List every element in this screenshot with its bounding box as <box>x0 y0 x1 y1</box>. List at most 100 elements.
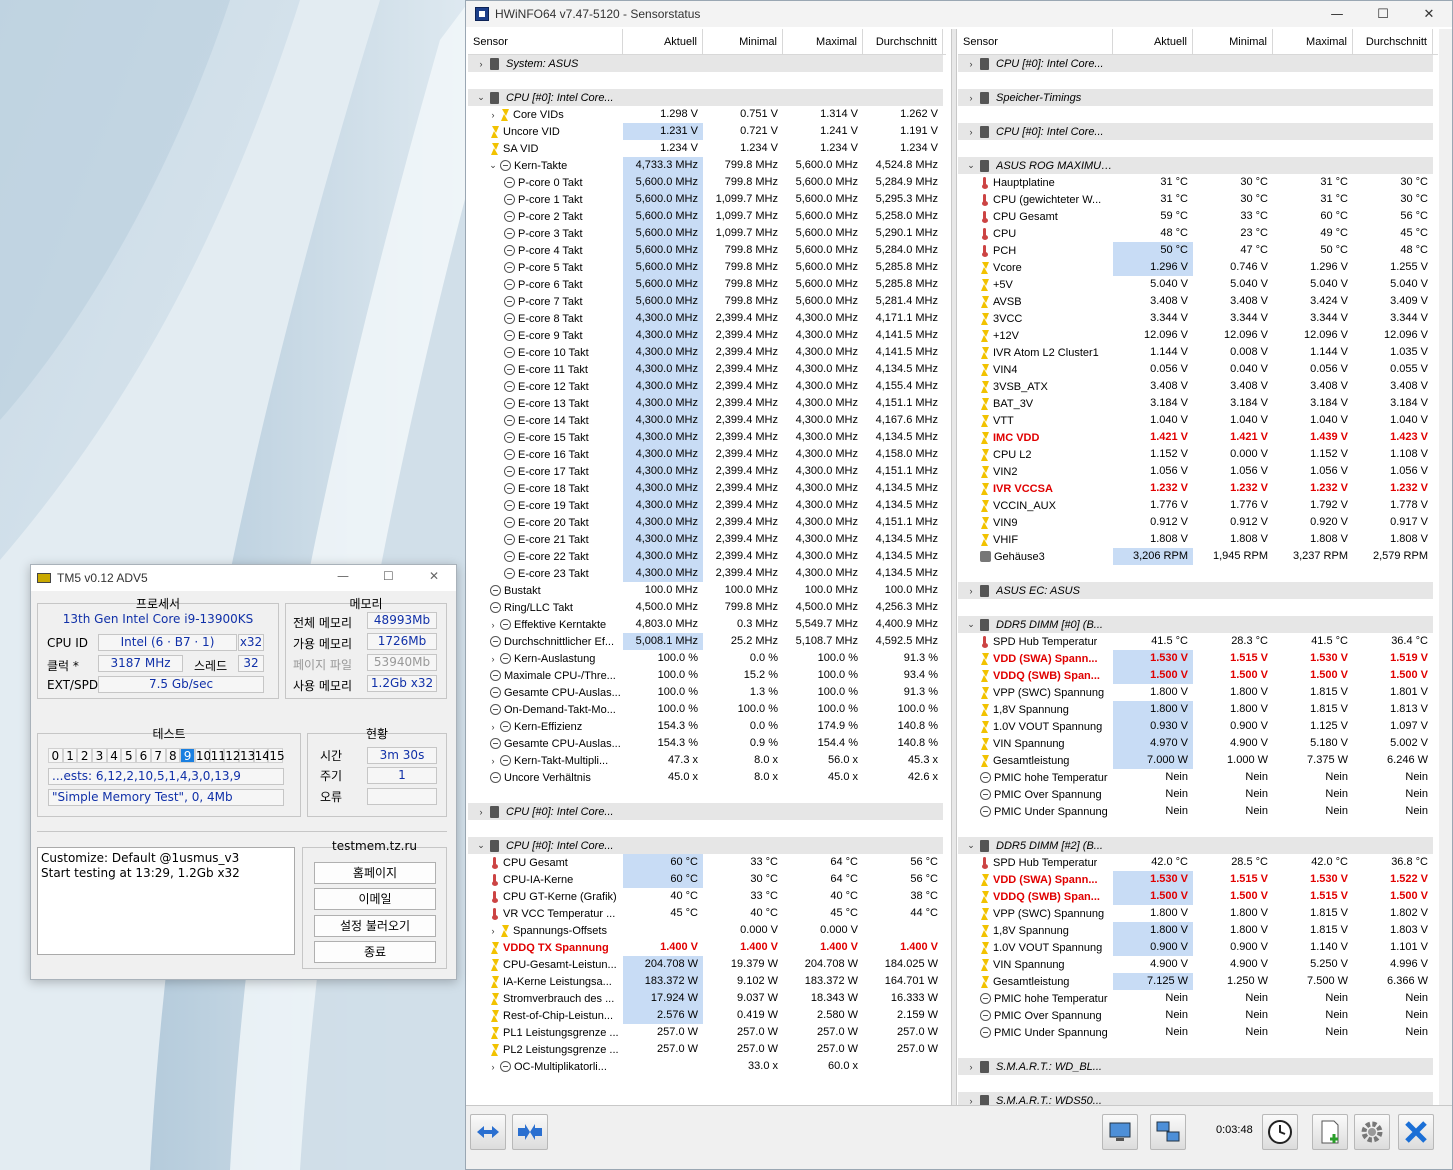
sensor-row[interactable]: 1,8V Spannung 1.800 V 1.800 V 1.815 V 1.813 … <box>958 701 1438 718</box>
collapse-icon[interactable]: ⌄ <box>964 619 978 630</box>
sensor-group-row[interactable]: ⌄ DDR5 DIMM [#0] (B... <box>958 616 1438 633</box>
sensor-row[interactable]: P-core 4 Takt 5,600.0 MHz 799.8 MHz 5,600.0… <box>468 242 946 259</box>
sensor-row[interactable]: VDDQ (SWB) Span... 1.500 V 1.500 V 1.500 V 1… <box>958 667 1438 684</box>
col-minimum[interactable]: Minimal <box>703 29 783 55</box>
hwinfo-titlebar[interactable]: HWiNFO64 v7.47-5120 - Sensorstatus — ☐ ✕ <box>466 1 1452 27</box>
maximize-icon[interactable]: ☐ <box>1360 1 1406 27</box>
sensor-row[interactable]: › Core VIDs 1.298 V 0.751 V 1.314 V 1.262 V <box>468 106 946 123</box>
expand-icon[interactable]: › <box>964 1062 978 1072</box>
sensor-row[interactable]: IA-Kerne Leistungsa... 183.372 W 9.102 W 18… <box>468 973 946 990</box>
monitor-button[interactable] <box>1102 1114 1138 1150</box>
sensor-row[interactable]: PMIC hohe Temperatur Nein Nein Nein Nein <box>958 990 1438 1007</box>
sensor-row[interactable]: IMC VDD 1.421 V 1.421 V 1.439 V 1.423 V <box>958 429 1438 446</box>
sensor-group-row[interactable]: › S.M.A.R.T.: WDS50... <box>958 1092 1438 1105</box>
sensor-row[interactable]: Ring/LLC Takt 4,500.0 MHz 799.8 MHz 4,500.0… <box>468 599 946 616</box>
sensor-row[interactable]: Gehäuse3 3,206 RPM 1,945 RPM 3,237 RPM 2,579… <box>958 548 1438 565</box>
minimize-icon[interactable]: — <box>1314 1 1360 27</box>
sensor-row[interactable]: P-core 1 Takt 5,600.0 MHz 1,099.7 MHz 5,600… <box>468 191 946 208</box>
col-average[interactable]: Durchschnitt <box>863 29 943 55</box>
sensor-pane-right[interactable]: Sensor Aktuell Minimal Maximal Durchschn… <box>958 29 1438 1105</box>
sensor-row[interactable]: P-core 7 Takt 5,600.0 MHz 799.8 MHz 5,600.0… <box>468 293 946 310</box>
homepage-button[interactable]: 홈페이지 <box>314 862 436 884</box>
sensor-row[interactable]: Gesamtleistung 7.000 W 1.000 W 7.375 W 6.246… <box>958 752 1438 769</box>
sensor-row[interactable]: IVR Atom L2 Cluster1 1.144 V 0.008 V 1.144 … <box>958 344 1438 361</box>
sensor-row[interactable]: Vcore 1.296 V 0.746 V 1.296 V 1.255 V <box>958 259 1438 276</box>
sensor-row[interactable]: E-core 16 Takt 4,300.0 MHz 2,399.4 MHz 4,30… <box>468 446 946 463</box>
sensor-row[interactable]: P-core 0 Takt 5,600.0 MHz 799.8 MHz 5,600.0… <box>468 174 946 191</box>
sensor-row[interactable]: CPU L2 1.152 V 0.000 V 1.152 V 1.108 V <box>958 446 1438 463</box>
sensor-row[interactable]: VIN Spannung 4.970 V 4.900 V 5.180 V 5.002 V <box>958 735 1438 752</box>
sensor-row[interactable]: E-core 15 Takt 4,300.0 MHz 2,399.4 MHz 4,30… <box>468 429 946 446</box>
settings-button[interactable] <box>1354 1114 1390 1150</box>
col-maximum[interactable]: Maximal <box>1273 29 1353 55</box>
sensor-row[interactable]: VIN Spannung 4.900 V 4.900 V 5.250 V 4.996 V <box>958 956 1438 973</box>
sensor-row[interactable]: P-core 2 Takt 5,600.0 MHz 1,099.7 MHz 5,600… <box>468 208 946 225</box>
expand-icon[interactable]: › <box>474 59 488 69</box>
expand-icon[interactable]: › <box>486 756 500 766</box>
exit-button[interactable] <box>1398 1114 1434 1150</box>
sensor-row[interactable]: BAT_3V 3.184 V 3.184 V 3.184 V 3.184 V <box>958 395 1438 412</box>
sensor-row[interactable]: Durchschnittlicher Ef... 5,008.1 MHz 25.2 … <box>468 633 946 650</box>
sensor-row[interactable]: Gesamtleistung 7.125 W 1.250 W 7.500 W 6.366… <box>958 973 1438 990</box>
email-button[interactable]: 이메일 <box>314 888 436 910</box>
expand-icon[interactable]: › <box>474 807 488 817</box>
sensor-row[interactable]: PMIC Under Spannung Nein Nein Nein Nein <box>958 1024 1438 1041</box>
expand-icon[interactable]: › <box>964 127 978 137</box>
sensor-row[interactable]: E-core 18 Takt 4,300.0 MHz 2,399.4 MHz 4,30… <box>468 480 946 497</box>
collapse-icon[interactable]: ⌄ <box>964 160 978 171</box>
sensor-row[interactable]: PMIC Over Spannung Nein Nein Nein Nein <box>958 786 1438 803</box>
sensor-row[interactable]: P-core 6 Takt 5,600.0 MHz 799.8 MHz 5,600.0… <box>468 276 946 293</box>
sensor-row[interactable]: VIN4 0.056 V 0.040 V 0.056 V 0.055 V <box>958 361 1438 378</box>
sensor-row[interactable]: Rest-of-Chip-Leistun... 2.576 W 0.419 W 2.5… <box>468 1007 946 1024</box>
sensor-row[interactable]: E-core 14 Takt 4,300.0 MHz 2,399.4 MHz 4,30… <box>468 412 946 429</box>
close-icon[interactable]: ✕ <box>1406 1 1452 27</box>
sensor-row[interactable]: IVR VCCSA 1.232 V 1.232 V 1.232 V 1.232 V <box>958 480 1438 497</box>
col-minimum[interactable]: Minimal <box>1193 29 1273 55</box>
sensor-row[interactable]: SPD Hub Temperatur 41.5 °C 28.3 °C 41.5 °C 3… <box>958 633 1438 650</box>
sensor-row[interactable]: E-core 9 Takt 4,300.0 MHz 2,399.4 MHz 4,300… <box>468 327 946 344</box>
sensor-row[interactable]: ⌄ Kern-Takte 4,733.3 MHz 799.8 MHz 5,600.0 M… <box>468 157 946 174</box>
sensor-row[interactable]: VDD (SWA) Spann... 1.530 V 1.515 V 1.530 V 1… <box>958 871 1438 888</box>
sensor-row[interactable]: › Kern-Effizienz 154.3 % 0.0 % 174.9 % 140.8 … <box>468 718 946 735</box>
collapse-icon[interactable]: ⌄ <box>474 92 488 103</box>
sensor-group-row[interactable]: › ASUS EC: ASUS <box>958 582 1438 599</box>
sensor-row[interactable]: PMIC hohe Temperatur Nein Nein Nein Nein <box>958 769 1438 786</box>
sensor-row[interactable]: PL2 Leistungsgrenze ... 257.0 W 257.0 W 257… <box>468 1041 946 1058</box>
sensor-row[interactable]: +12V 12.096 V 12.096 V 12.096 V 12.096 V <box>958 327 1438 344</box>
col-sensor[interactable]: Sensor <box>468 29 623 55</box>
sensor-group-row[interactable]: ⌄ CPU [#0]: Intel Core... <box>468 89 946 106</box>
sensor-row[interactable]: › Kern-Takt-Multipli... 47.3 x 8.0 x 56.0 x 4… <box>468 752 946 769</box>
col-average[interactable]: Durchschnitt <box>1353 29 1433 55</box>
sensor-row[interactable]: 3VSB_ATX 3.408 V 3.408 V 3.408 V 3.408 V <box>958 378 1438 395</box>
sensor-row[interactable]: CPU Gesamt 59 °C 33 °C 60 °C 56 °C <box>958 208 1438 225</box>
sensor-row[interactable]: › Effektive Kerntakte 4,803.0 MHz 0.3 MHz 5,… <box>468 616 946 633</box>
sensor-group-row[interactable]: ⌄ ASUS ROG MAXIMUS... <box>958 157 1438 174</box>
expand-icon[interactable]: › <box>486 1062 500 1072</box>
sensor-row[interactable]: VR VCC Temperatur ... 45 °C 40 °C 45 °C 44 °… <box>468 905 946 922</box>
expand-icon[interactable]: › <box>964 586 978 596</box>
sensor-group-row[interactable]: ⌄ DDR5 DIMM [#2] (B... <box>958 837 1438 854</box>
log-output[interactable]: Customize: Default @1usmus_v3 Start test… <box>37 847 295 955</box>
sensor-pane-left[interactable]: Sensor Aktuell Minimal Maximal Durchschn… <box>468 29 946 1105</box>
sensor-row[interactable]: 1.0V VOUT Spannung 0.900 V 0.900 V 1.140 V 1… <box>958 939 1438 956</box>
sensor-row[interactable]: VDD (SWA) Spann... 1.530 V 1.515 V 1.530 V 1… <box>958 650 1438 667</box>
col-current[interactable]: Aktuell <box>623 29 703 55</box>
minimize-icon[interactable]: — <box>337 569 349 583</box>
sensor-row[interactable]: E-core 8 Takt 4,300.0 MHz 2,399.4 MHz 4,300… <box>468 310 946 327</box>
sensor-row[interactable]: Gesamte CPU-Auslas... 100.0 % 1.3 % 100.0 %… <box>468 684 946 701</box>
sensor-row[interactable]: PMIC Over Spannung Nein Nein Nein Nein <box>958 1007 1438 1024</box>
sensor-row[interactable]: Hauptplatine 31 °C 30 °C 31 °C 30 °C <box>958 174 1438 191</box>
sensor-row[interactable]: Bustakt 100.0 MHz 100.0 MHz 100.0 MHz 100.0 … <box>468 582 946 599</box>
sensor-row[interactable]: Stromverbrauch des ... 17.924 W 9.037 W 18.… <box>468 990 946 1007</box>
col-current[interactable]: Aktuell <box>1113 29 1193 55</box>
sensor-row[interactable]: 1.0V VOUT Spannung 0.930 V 0.900 V 1.125 V 1… <box>958 718 1438 735</box>
sensor-row[interactable]: VPP (SWC) Spannung 1.800 V 1.800 V 1.815 V 1… <box>958 905 1438 922</box>
sensor-row[interactable]: CPU-Gesamt-Leistun... 204.708 W 19.379 W 20… <box>468 956 946 973</box>
collapse-icon[interactable]: ⌄ <box>964 840 978 851</box>
sensor-row[interactable]: VIN2 1.056 V 1.056 V 1.056 V 1.056 V <box>958 463 1438 480</box>
expand-icon[interactable]: › <box>964 59 978 69</box>
sensor-row[interactable]: SPD Hub Temperatur 42.0 °C 28.5 °C 42.0 °C 3… <box>958 854 1438 871</box>
expand-icon[interactable]: › <box>486 654 500 664</box>
sensor-row[interactable]: On-Demand-Takt-Mo... 100.0 % 100.0 % 100.0 … <box>468 701 946 718</box>
sensor-row[interactable]: P-core 3 Takt 5,600.0 MHz 1,099.7 MHz 5,600… <box>468 225 946 242</box>
